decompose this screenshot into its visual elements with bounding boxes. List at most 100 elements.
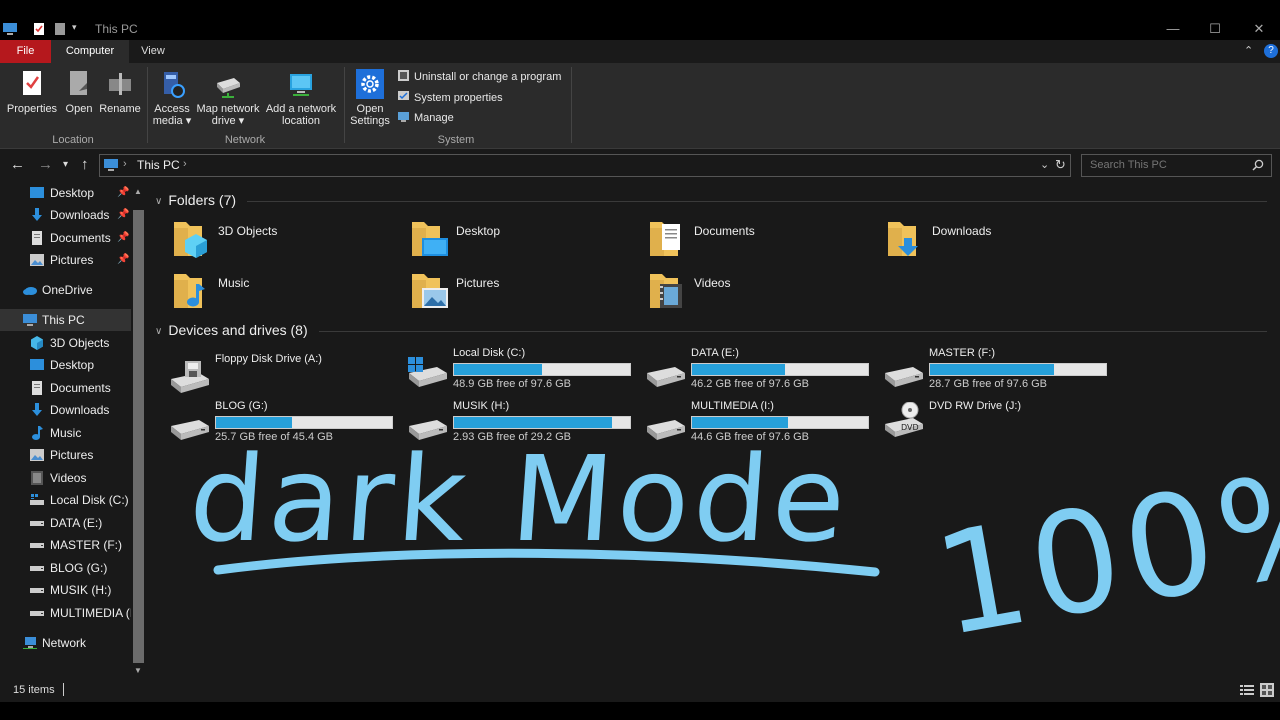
devices-section-header[interactable]: ∨ Devices and drives (8) <box>155 322 308 338</box>
address-dropdown-icon[interactable]: ⌄ <box>1040 158 1049 171</box>
minimize-button[interactable]: — <box>1153 20 1193 38</box>
properties-quick-icon[interactable] <box>32 22 46 36</box>
tab-view[interactable]: View <box>129 40 177 63</box>
tab-computer[interactable]: Computer <box>51 40 129 63</box>
scroll-up-icon[interactable]: ▲ <box>134 187 142 196</box>
collapse-chevron-icon[interactable]: ∨ <box>155 196 162 207</box>
folder-desktop[interactable]: Desktop <box>410 218 640 262</box>
drive-dvd-j[interactable]: DVD DVD RW Drive (J:) <box>883 400 1118 454</box>
pin-icon[interactable]: 📌 <box>117 187 129 198</box>
open-label: Open <box>65 103 93 115</box>
sidebar-item-documents[interactable]: Documents <box>0 377 131 399</box>
sidebar-item-master-f[interactable]: MASTER (F:) <box>0 534 131 556</box>
sidebar-item-music[interactable]: Music <box>0 422 131 444</box>
search-input[interactable] <box>1088 158 1252 172</box>
sidebar-scrollbar-thumb[interactable] <box>133 210 144 663</box>
sidebar-item-desktop[interactable]: Desktop 📌 <box>0 182 131 204</box>
open-button[interactable]: Open <box>62 69 96 115</box>
group-separator <box>344 67 345 143</box>
sidebar-item-pictures[interactable]: Pictures <box>0 444 131 466</box>
search-box[interactable] <box>1081 154 1272 177</box>
sidebar-item-local-disk-c[interactable]: Local Disk (C:) <box>0 489 131 511</box>
folder-pictures[interactable]: Pictures <box>410 270 640 314</box>
details-view-icon[interactable] <box>1240 684 1254 696</box>
forward-arrow-icon[interactable]: → <box>38 156 53 173</box>
manage-icon <box>398 112 409 122</box>
add-network-location-button[interactable]: Add a network location <box>262 69 340 127</box>
folder-downloads[interactable]: Downloads <box>886 218 1116 262</box>
manage-button[interactable]: Manage <box>397 110 454 126</box>
large-icons-view-icon[interactable] <box>1260 683 1274 697</box>
close-button[interactable]: ✕ <box>1239 20 1279 38</box>
open-settings-button[interactable]: Open Settings <box>348 69 392 127</box>
pin-icon[interactable]: 📌 <box>117 254 129 265</box>
sidebar-item-onedrive[interactable]: OneDrive <box>0 279 131 301</box>
drive-icon <box>30 543 44 548</box>
sidebar-item-network[interactable]: Network <box>0 632 131 654</box>
sidebar-item-label: Network <box>42 636 87 650</box>
sidebar-item-label: Pictures <box>50 253 94 267</box>
drive-name: DATA (E:) <box>691 347 739 359</box>
rename-button[interactable]: Rename <box>99 69 141 115</box>
back-arrow-icon[interactable]: ← <box>10 156 25 173</box>
help-icon[interactable]: ? <box>1264 44 1278 58</box>
sidebar-item-documents[interactable]: Documents 📌 <box>0 227 131 249</box>
sidebar-item-downloads[interactable]: Downloads <box>0 399 131 421</box>
breadcrumb-separator-icon[interactable]: › <box>183 158 187 170</box>
access-media-button[interactable]: Access media ▾ <box>151 69 193 127</box>
uninstall-program-button[interactable]: Uninstall or change a program <box>397 69 561 85</box>
ribbon-tabs: File Computer View ⌃ ? <box>0 40 1280 63</box>
address-bar[interactable]: › This PC › ⌄ ↻ <box>99 154 1071 177</box>
folders-section-header[interactable]: ∨ Folders (7) <box>155 192 236 208</box>
settings-gear-icon <box>356 69 384 99</box>
breadcrumb-separator-icon[interactable]: › <box>123 158 127 170</box>
drive-data-e[interactable]: DATA (E:) 46.2 GB free of 97.6 GB <box>645 347 880 395</box>
folder-3d-objects[interactable]: 3D Objects <box>172 218 402 262</box>
folder-documents[interactable]: Documents <box>648 218 878 262</box>
open-settings-label-2: Settings <box>350 115 390 127</box>
sidebar-item-desktop[interactable]: Desktop <box>0 354 131 376</box>
folder-label: Documents <box>694 224 755 238</box>
drive-usage-bar <box>453 416 631 429</box>
sidebar-item-musik-h[interactable]: MUSIK (H:) <box>0 579 131 601</box>
sidebar-item-videos[interactable]: Videos <box>0 467 131 489</box>
collapse-ribbon-icon[interactable]: ⌃ <box>1244 44 1253 57</box>
collapse-chevron-icon[interactable]: ∨ <box>155 326 162 337</box>
new-folder-quick-icon[interactable] <box>53 22 67 36</box>
system-properties-button[interactable]: System properties <box>397 90 503 106</box>
pictures-folder-icon <box>412 274 448 308</box>
sidebar-item-multimedia-i[interactable]: MULTIMEDIA (I:) <box>0 602 140 624</box>
folder-videos[interactable]: Videos <box>648 270 878 314</box>
sidebar-item-label: Videos <box>50 471 87 485</box>
maximize-button[interactable]: ☐ <box>1195 20 1235 38</box>
desktop-icon <box>30 359 44 370</box>
sidebar-item-downloads[interactable]: Downloads 📌 <box>0 204 131 226</box>
sidebar-item-blog-g[interactable]: BLOG (G:) <box>0 557 131 579</box>
folder-music[interactable]: Music <box>172 270 402 314</box>
sidebar-item-this-pc[interactable]: This PC <box>0 309 131 331</box>
recent-locations-chevron-icon[interactable]: ▾ <box>63 159 68 170</box>
drive-master-f[interactable]: MASTER (F:) 28.7 GB free of 97.6 GB <box>883 347 1118 395</box>
sidebar-item-pictures[interactable]: Pictures 📌 <box>0 249 131 271</box>
properties-button[interactable]: Properties <box>5 69 59 115</box>
map-network-drive-button[interactable]: Map network drive ▾ <box>194 69 262 127</box>
drive-blog-g[interactable]: BLOG (G:) 25.7 GB free of 45.4 GB <box>169 400 404 448</box>
scroll-down-icon[interactable]: ▼ <box>134 666 142 675</box>
up-arrow-icon[interactable]: ↑ <box>81 156 89 173</box>
drive-floppy-a[interactable]: Floppy Disk Drive (A:) <box>169 353 404 401</box>
refresh-icon[interactable]: ↻ <box>1055 157 1066 173</box>
pin-icon[interactable]: 📌 <box>117 209 129 220</box>
pin-icon[interactable]: 📌 <box>117 232 129 243</box>
tab-file[interactable]: File <box>0 40 51 63</box>
dvd-drive-icon: DVD <box>885 402 923 437</box>
sidebar-item-3d-objects[interactable]: 3D Objects <box>0 332 131 354</box>
drive-local-disk-c[interactable]: Local Disk (C:) 48.9 GB free of 97.6 GB <box>407 347 642 395</box>
drive-multimedia-i[interactable]: MULTIMEDIA (I:) 44.6 GB free of 97.6 GB <box>645 400 880 448</box>
search-icon[interactable] <box>1252 159 1264 171</box>
breadcrumb-this-pc[interactable]: This PC <box>137 158 180 172</box>
sidebar-item-data-e[interactable]: DATA (E:) <box>0 512 131 534</box>
documents-folder-icon <box>650 222 680 256</box>
sidebar-scrollbar[interactable]: ▲ ▼ <box>131 185 146 675</box>
drive-musik-h[interactable]: MUSIK (H:) 2.93 GB free of 29.2 GB <box>407 400 642 448</box>
customize-quick-access-icon[interactable]: ▾ <box>72 22 77 36</box>
